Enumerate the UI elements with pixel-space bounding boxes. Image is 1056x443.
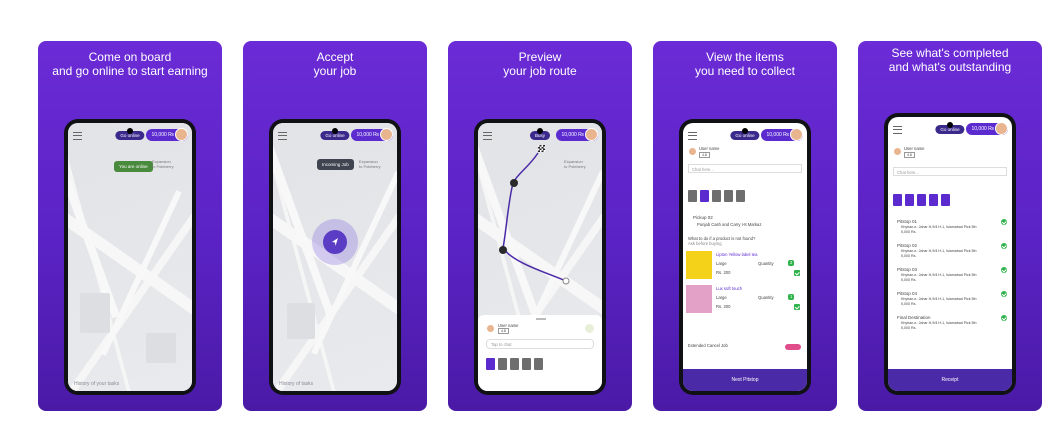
phone-screen: Go online 10,000 ₨ You are online Expans… bbox=[68, 123, 192, 391]
completed-check-icon bbox=[1001, 291, 1007, 297]
phone-screen: Go online 10,000 ₨ User name 4.8 Chat he… bbox=[888, 117, 1012, 391]
caption-line-2: and go online to start earning bbox=[52, 64, 208, 78]
caption-line-2: and what's outstanding bbox=[888, 60, 1012, 74]
caption-line-1: See what's completed bbox=[891, 46, 1009, 60]
pitstop-progress bbox=[893, 193, 953, 211]
item-size: Large bbox=[716, 295, 727, 300]
phone-mockup: Go online 10,000 ₨ User name 4.8 Chat he… bbox=[679, 119, 811, 395]
chat-input[interactable]: Tap to chat bbox=[486, 339, 594, 349]
pitstop-item[interactable]: Pitstop 03 Khyban-e- Johar H-9/4 H-1, Is… bbox=[893, 267, 1007, 291]
card-caption: Accept your job bbox=[243, 50, 427, 78]
caption-line-2: your job bbox=[313, 64, 357, 78]
phone-mockup: Go online 10,000 ₨ User name 4.8 Chat he… bbox=[884, 113, 1016, 395]
screenshot-card-items: View the items you need to collect Go on… bbox=[653, 41, 837, 411]
caption-line-1: Accept bbox=[316, 50, 354, 64]
customer-avatar bbox=[893, 147, 902, 156]
warning-triangle-icon[interactable] bbox=[585, 324, 594, 333]
menu-icon[interactable] bbox=[278, 132, 287, 140]
item-checkbox[interactable] bbox=[794, 270, 800, 276]
next-pitstop-button[interactable]: Next Pitstop bbox=[683, 369, 807, 391]
pitstop-item[interactable]: Final Destination Khyban-e- Johar H-9/4 … bbox=[893, 315, 1007, 339]
chat-input[interactable]: Chat here... bbox=[688, 164, 802, 173]
product-image bbox=[686, 285, 712, 313]
screenshot-card-progress: See what's completed and what's outstand… bbox=[858, 41, 1042, 411]
pickup-title: Pickup 02 bbox=[693, 215, 713, 220]
caption-line-1: Preview bbox=[518, 50, 562, 64]
item-price: Rs. 200 bbox=[716, 270, 731, 275]
card-caption: Come on board and go online to start ear… bbox=[38, 50, 222, 78]
substitution-answer: Ask before buying bbox=[688, 241, 722, 246]
avatar[interactable] bbox=[585, 128, 598, 141]
phone-screen: Busy 10,000 ₨ Expansion to Poleberry User… bbox=[478, 123, 602, 391]
caption-line-2: your job route bbox=[503, 64, 577, 78]
item-price: Rs. 200 bbox=[716, 304, 731, 309]
customer-rating: 4.8 bbox=[498, 328, 509, 334]
screenshot-card-route-preview: Preview your job route Busy 10,000 ₨ Exp… bbox=[448, 41, 632, 411]
incoming-job-chip: Incoming Job bbox=[317, 159, 354, 170]
flag-icon bbox=[538, 145, 545, 152]
product-image bbox=[686, 251, 712, 279]
completed-check-icon bbox=[1001, 219, 1007, 225]
customer-avatar bbox=[486, 324, 495, 333]
caption-line-2: you need to collect bbox=[694, 64, 796, 78]
avatar[interactable] bbox=[995, 122, 1008, 135]
cancel-job-link[interactable]: Extended Cancel Job bbox=[688, 343, 728, 349]
customer-rating: 4.8 bbox=[904, 152, 915, 158]
avatar[interactable] bbox=[380, 128, 393, 141]
item-qty[interactable]: 2 bbox=[788, 260, 795, 266]
online-status-chip: You are online bbox=[114, 161, 153, 172]
customer-avatar bbox=[688, 147, 697, 156]
item-qty[interactable]: 1 bbox=[788, 294, 795, 300]
completed-check-icon bbox=[1001, 315, 1007, 321]
task-history-link[interactable]: History of your tasks bbox=[74, 381, 119, 387]
screenshot-card-go-online: Come on board and go online to start ear… bbox=[38, 41, 222, 411]
pitstop-progress bbox=[486, 357, 546, 375]
item-name: Lux soft touch bbox=[716, 286, 743, 291]
pitstop-progress bbox=[688, 189, 748, 207]
pitstop-item[interactable]: Pitstop 04 Khyban-e- Johar H-9/4 H-1, Is… bbox=[893, 291, 1007, 315]
item-qty-label: Quantity bbox=[758, 295, 774, 300]
item-checkbox[interactable] bbox=[794, 304, 800, 310]
menu-icon[interactable] bbox=[73, 132, 82, 140]
phone-mockup: Go online 10,000 ₨ Incoming Job Expansio… bbox=[269, 119, 401, 395]
pitstop-list: Pitstop 01 Khyban-e- Johar H-9/4 H-1, Is… bbox=[893, 219, 1007, 339]
job-radar-pulse[interactable] bbox=[312, 219, 358, 265]
pitstop-item[interactable]: Pitstop 02 Khyban-e- Johar H-9/4 H-1, Is… bbox=[893, 243, 1007, 267]
card-caption: See what's completed and what's outstand… bbox=[858, 46, 1042, 74]
item-qty-label: Quantity bbox=[758, 261, 774, 266]
phone-mockup: Go online 10,000 ₨ You are online Expans… bbox=[64, 119, 196, 395]
pitstop-item[interactable]: Pitstop 01 Khyban-e- Johar H-9/4 H-1, Is… bbox=[893, 219, 1007, 243]
caption-line-1: Come on board bbox=[88, 50, 172, 64]
card-caption: Preview your job route bbox=[448, 50, 632, 78]
avatar[interactable] bbox=[790, 128, 803, 141]
caption-line-1: View the items bbox=[706, 50, 784, 64]
job-bottom-sheet: User name 4.8 Tap to chat bbox=[478, 315, 602, 391]
item-row[interactable]: Lux soft touch Large Quantity 1 Rs. 200 bbox=[686, 285, 804, 315]
chat-input[interactable]: Chat here... bbox=[893, 167, 1007, 176]
toggle-switch[interactable] bbox=[785, 344, 801, 350]
task-history-link[interactable]: History of tasks bbox=[279, 381, 313, 387]
customer-rating: 4.8 bbox=[699, 152, 710, 158]
item-row[interactable]: Lipton Yellow label tea Large Quantity 2… bbox=[686, 251, 804, 281]
map-area-label: Expansion to Poleberry bbox=[564, 159, 586, 169]
receipt-button[interactable]: Receipt bbox=[888, 369, 1012, 391]
menu-icon[interactable] bbox=[688, 132, 697, 140]
item-size: Large bbox=[716, 261, 727, 266]
pickup-address: Punjab Cash and Carry I-8 Markaz bbox=[697, 222, 762, 227]
phone-screen: Go online 10,000 ₨ User name 4.8 Chat he… bbox=[683, 123, 807, 391]
phone-mockup: Busy 10,000 ₨ Expansion to Poleberry User… bbox=[474, 119, 606, 395]
completed-check-icon bbox=[1001, 243, 1007, 249]
phone-screen: Go online 10,000 ₨ Incoming Job Expansio… bbox=[273, 123, 397, 391]
avatar[interactable] bbox=[175, 128, 188, 141]
screenshot-card-accept-job: Accept your job Go online 10,000 ₨ Incom… bbox=[243, 41, 427, 411]
card-caption: View the items you need to collect bbox=[653, 50, 837, 78]
menu-icon[interactable] bbox=[483, 132, 492, 140]
menu-icon[interactable] bbox=[893, 126, 902, 134]
map-area-label: Expansion to Poleberry bbox=[152, 159, 174, 169]
map-area-label: Expansion to Poleberry bbox=[359, 159, 381, 169]
item-name: Lipton Yellow label tea bbox=[716, 252, 758, 257]
navigation-arrow-icon bbox=[332, 238, 338, 246]
completed-check-icon bbox=[1001, 267, 1007, 273]
